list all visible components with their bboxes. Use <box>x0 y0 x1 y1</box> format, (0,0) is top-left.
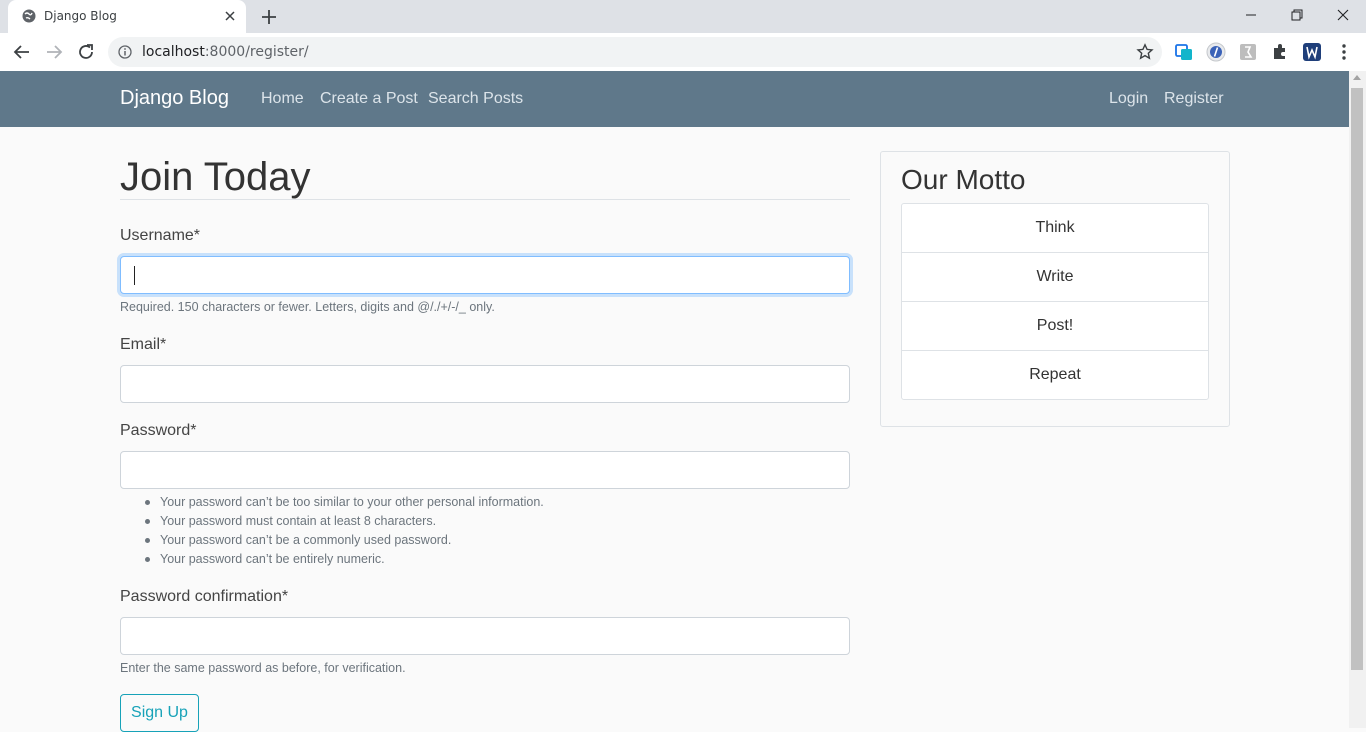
info-icon[interactable] <box>118 45 132 59</box>
password-rules-list: Your password can’t be too similar to yo… <box>145 495 544 571</box>
password-confirmation-label: Password confirmation* <box>120 588 289 605</box>
page-scrollbar[interactable] <box>1349 71 1366 728</box>
text-caret <box>134 266 135 285</box>
scrollbar-thumb[interactable] <box>1351 88 1363 670</box>
motto-sidebar: Our Motto Think Write Post! Repeat <box>880 151 1230 427</box>
forward-arrow-icon[interactable] <box>44 42 64 62</box>
reload-icon[interactable] <box>76 42 96 62</box>
password-label: Password* <box>120 422 197 439</box>
globe-icon <box>22 9 36 23</box>
profile-avatar-icon[interactable] <box>1302 42 1322 62</box>
nav-link-register[interactable]: Register <box>1164 90 1224 108</box>
motto-list: Think Write Post! Repeat <box>901 203 1209 400</box>
back-arrow-icon[interactable] <box>12 42 32 62</box>
nav-link-create-post[interactable]: Create a Post <box>320 90 418 108</box>
nav-link-login[interactable]: Login <box>1109 90 1148 108</box>
site-navbar: Django Blog Home Create a Post Search Po… <box>0 71 1366 127</box>
nav-link-search-posts[interactable]: Search Posts <box>428 90 523 108</box>
motto-item: Think <box>902 204 1208 253</box>
tab-title: Django Blog <box>44 9 117 23</box>
page-title: Join Today <box>120 155 311 199</box>
restore-icon[interactable] <box>1274 0 1320 30</box>
password-rule: Your password can’t be a commonly used p… <box>145 533 544 552</box>
divider <box>120 199 850 200</box>
password-rule: Your password can’t be too similar to yo… <box>145 495 544 514</box>
sign-up-button[interactable]: Sign Up <box>120 694 199 732</box>
password-confirmation-help-text: Enter the same password as before, for v… <box>120 661 406 675</box>
menu-dots-icon[interactable] <box>1334 42 1354 62</box>
motto-item: Repeat <box>1029 366 1081 383</box>
minimize-icon[interactable] <box>1228 0 1274 30</box>
address-bar[interactable]: localhost:8000/register/ <box>108 37 1162 67</box>
extension-icon[interactable] <box>1206 42 1226 62</box>
motto-item: Post! <box>902 302 1208 351</box>
password-rule: Your password must contain at least 8 ch… <box>145 514 544 533</box>
username-help-text: Required. 150 characters or fewer. Lette… <box>120 300 495 314</box>
extension-icon[interactable] <box>1238 42 1258 62</box>
username-label: Username* <box>120 227 201 244</box>
puzzle-extensions-icon[interactable] <box>1270 42 1290 62</box>
browser-tab[interactable]: Django Blog <box>8 0 246 33</box>
nav-link-home[interactable]: Home <box>261 90 304 108</box>
password-confirmation-input[interactable] <box>120 617 850 655</box>
close-tab-icon[interactable] <box>222 8 238 24</box>
password-input[interactable] <box>120 451 850 489</box>
new-tab-icon[interactable] <box>260 8 278 26</box>
site-brand[interactable]: Django Blog <box>120 87 229 110</box>
scroll-up-arrow-icon[interactable] <box>1353 75 1361 80</box>
bookmark-star-icon[interactable] <box>1136 43 1154 61</box>
sidebar-title: Our Motto <box>901 164 1026 195</box>
password-rule: Your password can’t be entirely numeric. <box>145 552 544 571</box>
email-input[interactable] <box>120 365 850 403</box>
username-input[interactable] <box>120 256 850 294</box>
url-text: localhost:8000/register/ <box>142 44 309 60</box>
browser-toolbar: localhost:8000/register/ <box>0 33 1366 72</box>
email-label: Email* <box>120 336 167 353</box>
motto-item: Write <box>902 253 1208 302</box>
browser-tab-strip: Django Blog <box>0 0 1366 33</box>
translate-extension-icon[interactable] <box>1174 42 1194 62</box>
close-window-icon[interactable] <box>1320 0 1366 30</box>
